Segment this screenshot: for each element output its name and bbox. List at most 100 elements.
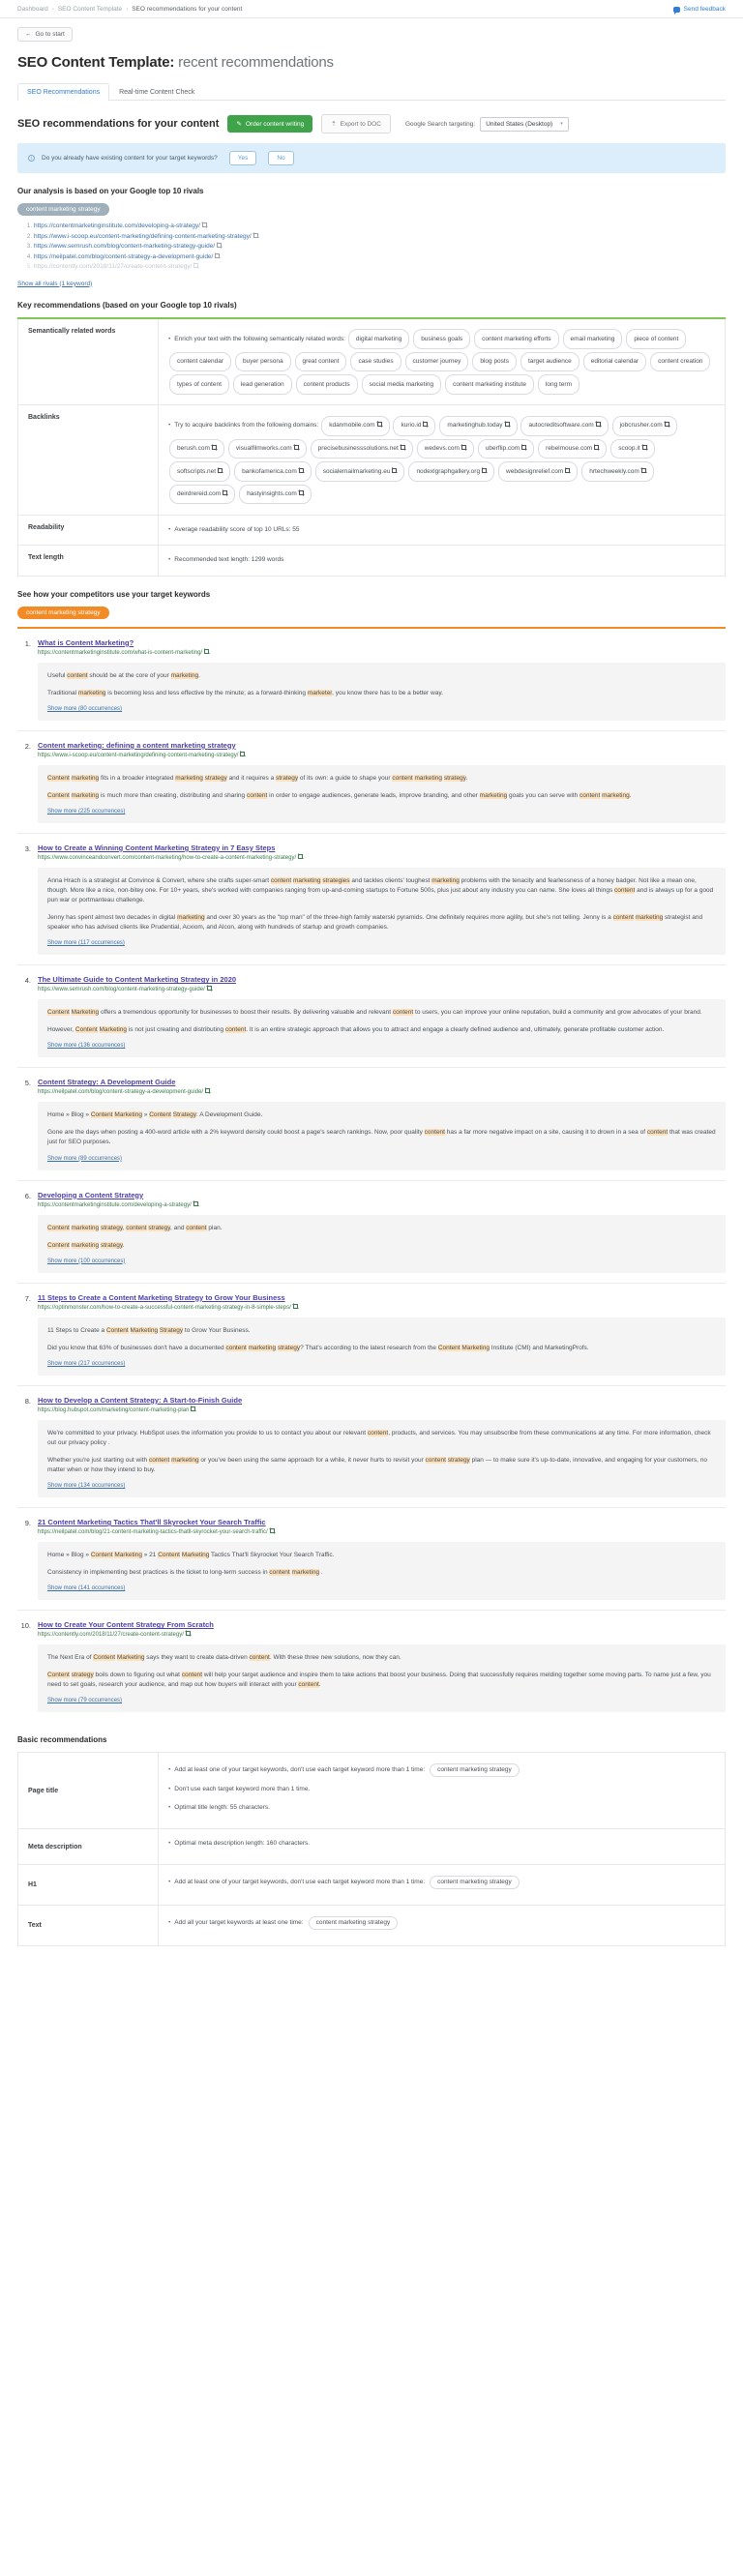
- show-more-link[interactable]: Show more (134 occurrences): [47, 1483, 125, 1489]
- external-link-icon[interactable]: [298, 489, 305, 496]
- external-link-icon[interactable]: [297, 852, 305, 860]
- external-link-icon[interactable]: [664, 421, 670, 428]
- external-link-icon[interactable]: [504, 421, 511, 428]
- external-link-icon[interactable]: [222, 489, 229, 496]
- send-feedback-button[interactable]: Send feedback: [672, 6, 726, 15]
- external-link-icon[interactable]: [520, 444, 528, 451]
- backlink-domain-tag[interactable]: hastyinsights.com: [239, 484, 312, 505]
- competitor-url[interactable]: https://contentmarketinginstitute.com/wh…: [38, 647, 726, 656]
- competitor-url[interactable]: https://neilpatel.com/blog/21-content-ma…: [38, 1527, 726, 1535]
- competitor-title-link[interactable]: How to Create Your Content Strategy From…: [38, 1620, 214, 1629]
- external-link-icon[interactable]: [400, 444, 406, 451]
- competitor-title-link[interactable]: The Ultimate Guide to Content Marketing …: [38, 975, 236, 984]
- competitor-url[interactable]: https://optinmonster.com/how-to-create-a…: [38, 1302, 726, 1311]
- show-more-link[interactable]: Show more (100 occurrences): [47, 1258, 125, 1264]
- backlink-domain-tag[interactable]: bankofamerica.com: [234, 461, 312, 482]
- competitor-url[interactable]: https://www.i-scoop.eu/content-marketing…: [38, 750, 726, 758]
- backlink-domain-tag[interactable]: deirdrereid.com: [169, 484, 236, 505]
- external-link-icon[interactable]: [253, 231, 259, 238]
- external-link-icon[interactable]: [203, 647, 211, 655]
- competitor-title-link[interactable]: Content Strategy: A Development Guide: [38, 1078, 175, 1086]
- external-link-icon[interactable]: [391, 466, 399, 474]
- external-link-icon[interactable]: [564, 466, 572, 474]
- external-link-icon[interactable]: [595, 421, 602, 428]
- show-more-link[interactable]: Show more (89 occurrences): [47, 1156, 122, 1162]
- external-link-icon[interactable]: [190, 1405, 197, 1412]
- backlink-domain-tag[interactable]: berush.com: [169, 438, 224, 459]
- external-link-icon[interactable]: [214, 252, 222, 258]
- external-link-icon[interactable]: [593, 444, 601, 451]
- competitor-title-link[interactable]: How to Develop a Content Strategy: A Sta…: [38, 1396, 242, 1405]
- external-link-icon[interactable]: [641, 444, 648, 451]
- backlink-domain-tag[interactable]: jobcrusher.com: [611, 415, 677, 436]
- show-more-link[interactable]: Show more (80 occurrences): [47, 706, 122, 712]
- external-link-icon[interactable]: [239, 750, 247, 757]
- external-link-icon[interactable]: [193, 262, 200, 269]
- external-link-icon[interactable]: [185, 1630, 192, 1637]
- backlink-domain-tag[interactable]: kdanmobile.com: [321, 415, 390, 436]
- external-link-icon[interactable]: [206, 985, 213, 992]
- go-to-start-button[interactable]: ← Go to start: [17, 27, 73, 42]
- external-link-icon[interactable]: [461, 444, 467, 451]
- show-more-link[interactable]: Show more (141 occurrences): [47, 1585, 125, 1591]
- banner-no-button[interactable]: No: [268, 151, 294, 165]
- tab-real-time-content-check[interactable]: Real-time Content Check: [109, 83, 204, 101]
- competitor-title-link[interactable]: Content marketing: defining a content ma…: [38, 741, 236, 750]
- show-more-link[interactable]: Show more (79 occurrences): [47, 1698, 122, 1703]
- external-link-icon[interactable]: [269, 1527, 276, 1534]
- show-more-link[interactable]: Show more (217 occurrences): [47, 1361, 125, 1367]
- backlink-domain-tag[interactable]: wedevs.com: [416, 438, 474, 459]
- external-link-icon[interactable]: [481, 466, 489, 474]
- export-to-doc-button[interactable]: ⇡ Export to DOC: [321, 114, 391, 133]
- external-link-icon[interactable]: [293, 444, 300, 451]
- external-link-icon[interactable]: [292, 1302, 299, 1310]
- rival-link[interactable]: https://www.semrush.com/blog/content-mar…: [34, 243, 215, 250]
- backlink-domain-tag[interactable]: kurio.id: [393, 415, 436, 436]
- backlink-domain-tag[interactable]: rebelmouse.com: [538, 438, 608, 459]
- competitor-url[interactable]: https://www.convinceandconvert.com/conte…: [38, 852, 726, 861]
- competitor-title-link[interactable]: Developing a Content Strategy: [38, 1191, 143, 1199]
- backlink-domain-tag[interactable]: autocreditsoftware.com: [520, 415, 609, 436]
- external-link-icon[interactable]: [217, 466, 224, 474]
- backlink-domain-tag[interactable]: precisebusinesssolutions.net: [310, 438, 413, 459]
- external-link-icon[interactable]: [193, 1199, 199, 1207]
- backlink-domain-tag[interactable]: uberflip.com: [477, 438, 535, 459]
- rival-link[interactable]: https://neilpatel.com/blog/content-strat…: [34, 253, 213, 260]
- show-more-link[interactable]: Show more (136 occurrences): [47, 1043, 125, 1049]
- backlink-domain-tag[interactable]: nodexlgraphgallery.org: [408, 461, 495, 482]
- rival-link[interactable]: https://contently.com/2018/11/27/create-…: [34, 263, 192, 270]
- backlink-domain-tag[interactable]: visualfilmworks.com: [227, 438, 307, 459]
- competitor-title-link[interactable]: 21 Content Marketing Tactics That'll Sky…: [38, 1518, 266, 1526]
- backlink-domain-tag[interactable]: socialemailmarketing.eu: [314, 461, 405, 482]
- breadcrumb-item-seo-content-template[interactable]: SEO Content Template: [58, 6, 122, 13]
- external-link-icon[interactable]: [298, 466, 305, 474]
- competitor-url[interactable]: https://www.semrush.com/blog/content-mar…: [38, 985, 726, 992]
- rival-link[interactable]: https://contentmarketinginstitute.com/de…: [34, 222, 200, 229]
- external-link-icon[interactable]: [640, 466, 647, 474]
- search-targeting-select[interactable]: United States (Desktop) ▾: [480, 116, 569, 132]
- backlink-domain-tag[interactable]: scoop.it: [610, 438, 655, 459]
- external-link-icon[interactable]: [211, 444, 218, 451]
- competitor-url[interactable]: https://contentmarketinginstitute.com/de…: [38, 1199, 726, 1208]
- backlink-domain-tag[interactable]: marketinghub.today: [439, 415, 518, 436]
- external-link-icon[interactable]: [422, 421, 430, 428]
- competitor-url[interactable]: https://neilpatel.com/blog/content-strat…: [38, 1087, 726, 1095]
- external-link-icon[interactable]: [204, 1087, 212, 1094]
- competitor-title-link[interactable]: What is Content Marketing?: [38, 638, 134, 647]
- order-content-writing-button[interactable]: ✎ Order content writing: [227, 115, 313, 133]
- competitor-title-link[interactable]: How to Create a Winning Content Marketin…: [38, 844, 275, 852]
- rival-link[interactable]: https://www.i-scoop.eu/content-marketing…: [34, 233, 252, 240]
- backlink-domain-tag[interactable]: softscripts.net: [169, 461, 231, 482]
- competitor-url[interactable]: https://contently.com/2018/11/27/create-…: [38, 1630, 726, 1638]
- external-link-icon[interactable]: [216, 242, 223, 249]
- breadcrumb-item-dashboard[interactable]: Dashboard: [17, 6, 48, 13]
- show-all-rivals-link[interactable]: Show all rivals (1 keyword): [17, 281, 92, 287]
- backlink-domain-tag[interactable]: webdesignrelief.com: [498, 461, 579, 482]
- competitor-url[interactable]: https://blog.hubspot.com/marketing/conte…: [38, 1405, 726, 1413]
- backlink-domain-tag[interactable]: hrtechweekly.com: [581, 461, 654, 482]
- show-more-link[interactable]: Show more (225 occurrences): [47, 809, 125, 814]
- external-link-icon[interactable]: [376, 421, 383, 428]
- external-link-icon[interactable]: [201, 222, 208, 228]
- competitor-title-link[interactable]: 11 Steps to Create a Content Marketing S…: [38, 1293, 285, 1302]
- show-more-link[interactable]: Show more (117 occurrences): [47, 940, 125, 946]
